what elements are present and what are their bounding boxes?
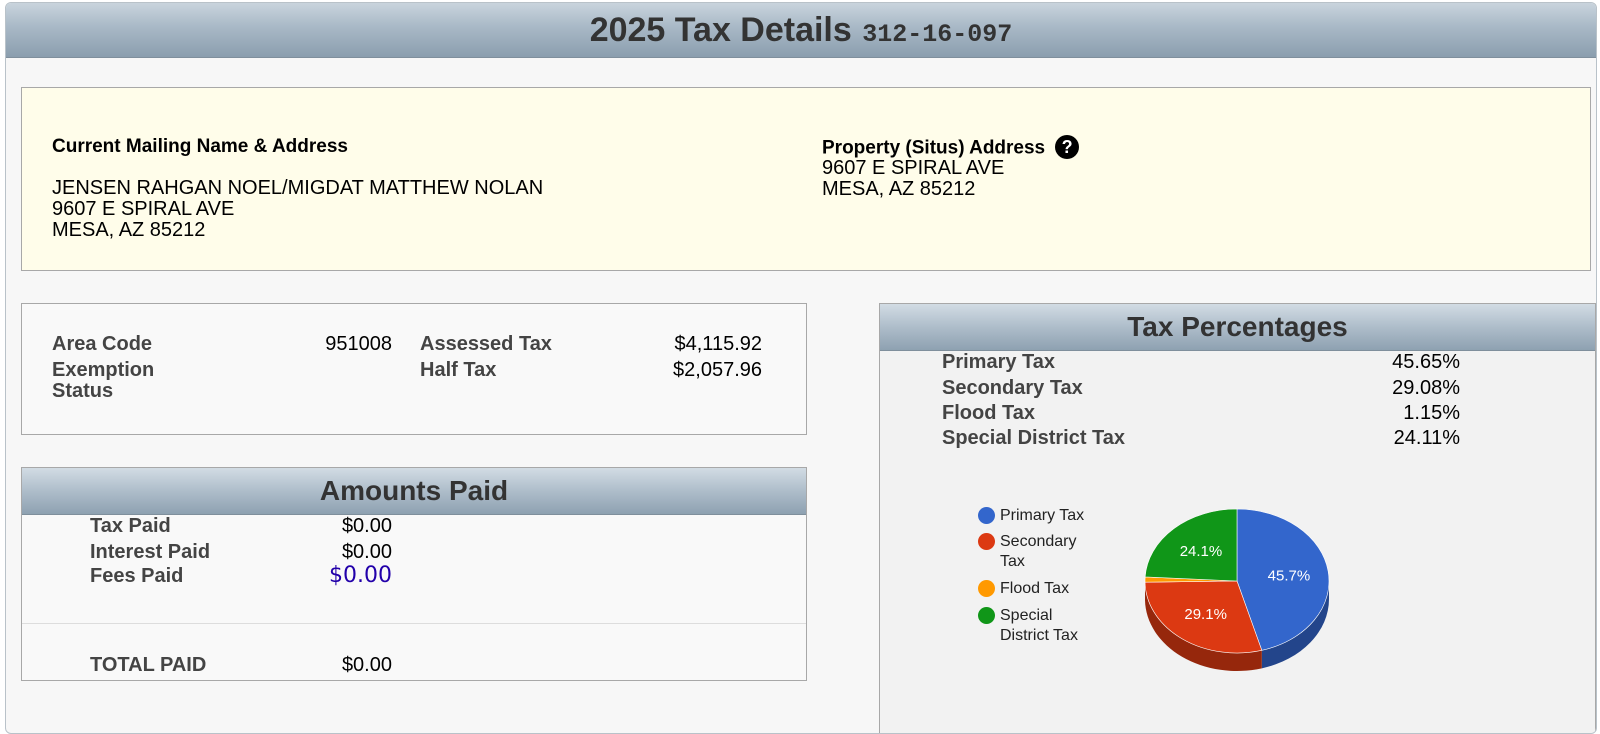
divider: [22, 623, 806, 624]
special-district-tax-value: 24.11%: [1320, 428, 1460, 449]
total-paid-label: TOTAL PAID: [90, 655, 206, 676]
primary-tax-value: 45.65%: [1320, 352, 1460, 373]
half-tax-label: Half Tax: [420, 360, 496, 381]
page-title: 2025 Tax Details: [590, 11, 852, 49]
special-district-tax-label: Special District Tax: [942, 428, 1125, 449]
property-street: 9607 E SPIRAL AVE: [822, 158, 1079, 179]
fees-paid-label: Fees Paid: [90, 566, 183, 587]
pie-slice-label: 29.1%: [1184, 606, 1227, 623]
legend-label: Special: [1000, 607, 1052, 624]
legend-dot-icon: [978, 533, 995, 550]
assessed-tax-value: $4,115.92: [622, 334, 762, 355]
exemption-status-label-line2: Status: [52, 381, 113, 402]
legend-dot-icon: [978, 507, 995, 524]
tax-info-section: Area Code 951008 Exemption Status Assess…: [21, 303, 807, 435]
interest-paid-label: Interest Paid: [90, 542, 210, 563]
help-question-icon[interactable]: ?: [1055, 135, 1079, 159]
exemption-status-label-line1: Exemption: [52, 360, 154, 381]
mailing-address-block: Current Mailing Name & Address JENSEN RA…: [52, 136, 543, 241]
tax-percentages-title: Tax Percentages: [880, 304, 1595, 351]
primary-tax-label: Primary Tax: [942, 352, 1055, 373]
page-header: 2025 Tax Details 312-16-097: [6, 3, 1596, 58]
mailing-street: 9607 E SPIRAL AVE: [52, 199, 543, 220]
legend-label: Secondary: [1000, 533, 1077, 550]
flood-tax-value: 1.15%: [1320, 403, 1460, 424]
half-tax-value: $2,057.96: [622, 360, 762, 381]
tax-pie-chart: 45.7% 29.1% 24.1%: [1120, 494, 1380, 724]
tax-percentages-section: Tax Percentages Primary Tax 45.65% Secon…: [879, 303, 1596, 734]
legend-label: Primary Tax: [1000, 507, 1084, 524]
property-address-title: Property (Situs) Address: [822, 137, 1045, 158]
tax-paid-label: Tax Paid: [90, 516, 171, 537]
legend-dot-icon: [978, 580, 995, 597]
area-code-label: Area Code: [52, 334, 152, 355]
legend-label: Flood Tax: [1000, 580, 1069, 597]
area-code-value: 951008: [272, 334, 392, 355]
parcel-number: 312-16-097: [862, 20, 1012, 49]
legend-dot-icon: [978, 607, 995, 624]
legend-label-line2: District Tax: [1000, 627, 1078, 644]
mailing-city: MESA, AZ 85212: [52, 220, 543, 241]
property-city: MESA, AZ 85212: [822, 179, 1079, 200]
assessed-tax-label: Assessed Tax: [420, 334, 552, 355]
secondary-tax-value: 29.08%: [1320, 378, 1460, 399]
fees-paid-value[interactable]: $0.00: [272, 565, 392, 586]
secondary-tax-label: Secondary Tax: [942, 378, 1083, 399]
mailing-name: JENSEN RAHGAN NOEL/MIGDAT MATTHEW NOLAN: [52, 178, 543, 199]
flood-tax-label: Flood Tax: [942, 403, 1035, 424]
tax-paid-value: $0.00: [272, 516, 392, 537]
interest-paid-value: $0.00: [272, 542, 392, 563]
pie-slice-label: 45.7%: [1268, 567, 1311, 584]
pie-slice-label: 24.1%: [1180, 543, 1223, 560]
tax-details-panel: 2025 Tax Details 312-16-097 Current Mail…: [5, 2, 1597, 734]
legend-label-line2: Tax: [1000, 553, 1025, 570]
property-address-block: Property (Situs) Address? 9607 E SPIRAL …: [822, 136, 1079, 200]
amounts-paid-section: Amounts Paid Tax Paid $0.00 Interest Pai…: [21, 467, 807, 681]
mailing-address-title: Current Mailing Name & Address: [52, 136, 543, 157]
total-paid-value: $0.00: [272, 655, 392, 676]
address-section: Current Mailing Name & Address JENSEN RA…: [21, 87, 1591, 271]
amounts-paid-title: Amounts Paid: [22, 468, 806, 515]
